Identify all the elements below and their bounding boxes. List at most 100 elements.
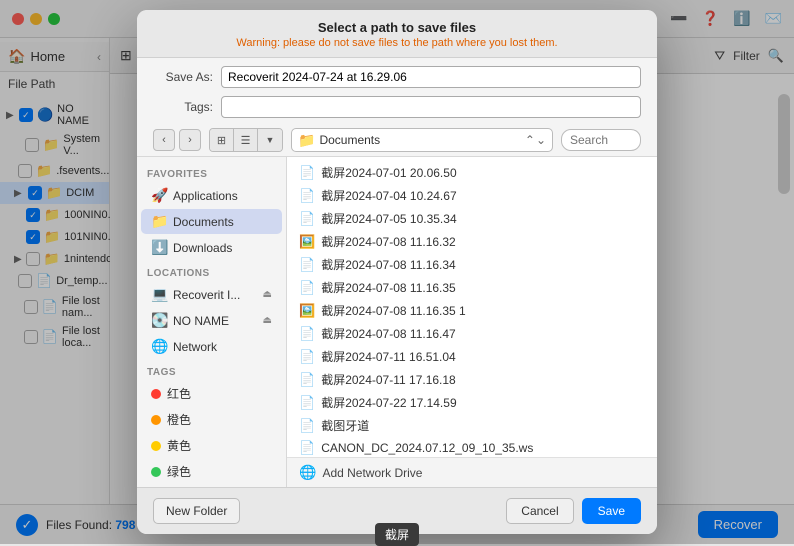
file-item-9[interactable]: 📄 截屏2024-07-11 17.16.18 <box>287 368 657 391</box>
modal-file-list: 📄 截屏2024-07-01 20.06.50 📄 截屏2024-07-04 1… <box>287 157 657 457</box>
add-network-label: Add Network Drive <box>322 466 422 480</box>
file-item-7[interactable]: 📄 截屏2024-07-08 11.16.47 <box>287 322 657 345</box>
file-name: 截屏2024-07-11 17.16.18 <box>321 371 456 388</box>
save-dialog: Select a path to save files Warning: ple… <box>137 10 657 534</box>
location-text: Documents <box>319 133 380 147</box>
location-arrows: ⌃ ⌄ <box>525 133 546 147</box>
list-view-button[interactable]: ☰ <box>234 129 258 151</box>
file-icon: 🖼️ <box>299 234 315 250</box>
file-icon: 📄 <box>299 211 315 227</box>
view-controls: ⊞ ☰ ▼ <box>209 128 283 152</box>
recoverit-icon: 💻 <box>151 286 167 303</box>
file-name: 截屏2024-07-11 16.51.04 <box>321 348 456 365</box>
file-icon: 📄 <box>299 280 315 296</box>
modal-title: Select a path to save files <box>153 20 641 35</box>
file-icon: 📄 <box>299 165 315 181</box>
file-name: 截屏2024-07-08 11.16.35 1 <box>321 302 466 319</box>
file-item-0[interactable]: 📄 截屏2024-07-01 20.06.50 <box>287 161 657 184</box>
eject-icon2[interactable]: ⏏ <box>263 315 272 326</box>
file-item-12[interactable]: 📄 CANON_DC_2024.07.12_09_10_35.ws <box>287 437 657 457</box>
modal-sidebar: Favorites 🚀 Applications 📁 Documents ⬇️ … <box>137 157 287 487</box>
folder-icon: 📁 <box>298 132 315 149</box>
favorites-title: Favorites <box>137 165 286 182</box>
file-item-10[interactable]: 📄 截屏2024-07-22 17.14.59 <box>287 391 657 414</box>
file-name: 截屏2024-07-08 11.16.35 <box>321 279 456 296</box>
location-up-arrow[interactable]: ⌃ <box>525 133 535 147</box>
ime-text: 截屏 <box>385 528 409 542</box>
sidebar-tag-green[interactable]: 绿色 <box>141 459 282 484</box>
file-icon: 📄 <box>299 326 315 342</box>
modal-warning: Warning: please do not save files to the… <box>153 37 641 49</box>
sidebar-item-applications-label: Applications <box>173 189 238 203</box>
documents-icon: 📁 <box>151 213 167 230</box>
sidebar-tag-orange[interactable]: 橙色 <box>141 407 282 432</box>
sidebar-item-noname[interactable]: 💽 NO NAME ⏏ <box>141 308 282 333</box>
sidebar-item-downloads[interactable]: ⬇️ Downloads <box>141 235 282 260</box>
sidebar-item-noname-label: NO NAME <box>173 314 229 328</box>
sidebar-tag-blue[interactable]: 蓝色 <box>141 485 282 487</box>
save-as-row: Save As: <box>137 58 657 92</box>
noname-icon: 💽 <box>151 312 167 329</box>
file-item-8[interactable]: 📄 截屏2024-07-11 16.51.04 <box>287 345 657 368</box>
sidebar-item-network[interactable]: 🌐 Network <box>141 334 282 359</box>
tags-input[interactable] <box>221 96 641 118</box>
tag-orange-label: 橙色 <box>167 411 191 428</box>
file-name: 截屏2024-07-08 11.16.47 <box>321 325 456 342</box>
tag-yellow-label: 黄色 <box>167 437 191 454</box>
save-button[interactable]: Save <box>582 498 641 524</box>
file-item-11[interactable]: 📄 截图牙道 <box>287 414 657 437</box>
add-network-drive-row[interactable]: 🌐 Add Network Drive <box>287 457 657 487</box>
file-item-5[interactable]: 📄 截屏2024-07-08 11.16.35 <box>287 276 657 299</box>
file-item-1[interactable]: 📄 截屏2024-07-04 10.24.67 <box>287 184 657 207</box>
icon-view-button[interactable]: ⊞ <box>210 129 234 151</box>
forward-button[interactable]: › <box>179 129 201 151</box>
sidebar-item-recoverit[interactable]: 💻 Recoverit I... ⏏ <box>141 282 282 307</box>
location-down-arrow[interactable]: ⌄ <box>536 133 546 147</box>
sidebar-item-downloads-label: Downloads <box>173 241 232 255</box>
favorites-section: Favorites 🚀 Applications 📁 Documents ⬇️ … <box>137 165 286 260</box>
sidebar-item-applications[interactable]: 🚀 Applications <box>141 183 282 208</box>
sidebar-tag-yellow[interactable]: 黄色 <box>141 433 282 458</box>
tags-section-title: Tags <box>137 363 286 380</box>
column-view-button[interactable]: ▼ <box>258 129 282 151</box>
file-item-3[interactable]: 🖼️ 截屏2024-07-08 11.16.32 <box>287 230 657 253</box>
sidebar-item-recoverit-label: Recoverit I... <box>173 288 240 302</box>
locations-title: Locations <box>137 264 286 281</box>
sidebar-item-documents[interactable]: 📁 Documents <box>141 209 282 234</box>
file-item-4[interactable]: 📄 截屏2024-07-08 11.16.34 <box>287 253 657 276</box>
file-name: CANON_DC_2024.07.12_09_10_35.ws <box>321 441 533 455</box>
network-icon: 🌐 <box>151 338 167 355</box>
back-button[interactable]: ‹ <box>153 129 175 151</box>
file-icon: 📄 <box>299 372 315 388</box>
modal-overlay: Select a path to save files Warning: ple… <box>0 0 794 544</box>
red-dot <box>151 389 161 399</box>
locations-section: Locations 💻 Recoverit I... ⏏ 💽 NO NAME ⏏… <box>137 264 286 359</box>
tags-section: Tags 红色 橙色 黄色 绿色 <box>137 363 286 487</box>
file-name: 截屏2024-07-22 17.14.59 <box>321 394 456 411</box>
save-as-input[interactable] <box>221 66 641 88</box>
tags-label: Tags: <box>153 100 213 114</box>
file-icon: 📄 <box>299 418 315 434</box>
eject-icon[interactable]: ⏏ <box>263 289 272 300</box>
modal-header: Select a path to save files Warning: ple… <box>137 10 657 58</box>
orange-dot <box>151 415 161 425</box>
location-bar: 📁 Documents ⌃ ⌄ <box>291 128 553 152</box>
sidebar-tag-red[interactable]: 红色 <box>141 381 282 406</box>
downloads-icon: ⬇️ <box>151 239 167 256</box>
file-name: 截屏2024-07-08 11.16.32 <box>321 233 456 250</box>
file-name: 截图牙道 <box>321 417 369 434</box>
yellow-dot <box>151 441 161 451</box>
tag-red-label: 红色 <box>167 385 191 402</box>
new-folder-button[interactable]: New Folder <box>153 498 240 524</box>
applications-icon: 🚀 <box>151 187 167 204</box>
file-icon: 📄 <box>299 257 315 273</box>
file-name: 截屏2024-07-04 10.24.67 <box>321 187 456 204</box>
cancel-button[interactable]: Cancel <box>506 498 573 524</box>
file-icon: 📄 <box>299 349 315 365</box>
tags-row: Tags: <box>137 92 657 124</box>
modal-search-input[interactable] <box>561 129 641 151</box>
green-dot <box>151 467 161 477</box>
add-network-icon: 🌐 <box>299 464 316 481</box>
file-item-2[interactable]: 📄 截屏2024-07-05 10.35.34 <box>287 207 657 230</box>
file-item-6[interactable]: 🖼️ 截屏2024-07-08 11.16.35 1 <box>287 299 657 322</box>
